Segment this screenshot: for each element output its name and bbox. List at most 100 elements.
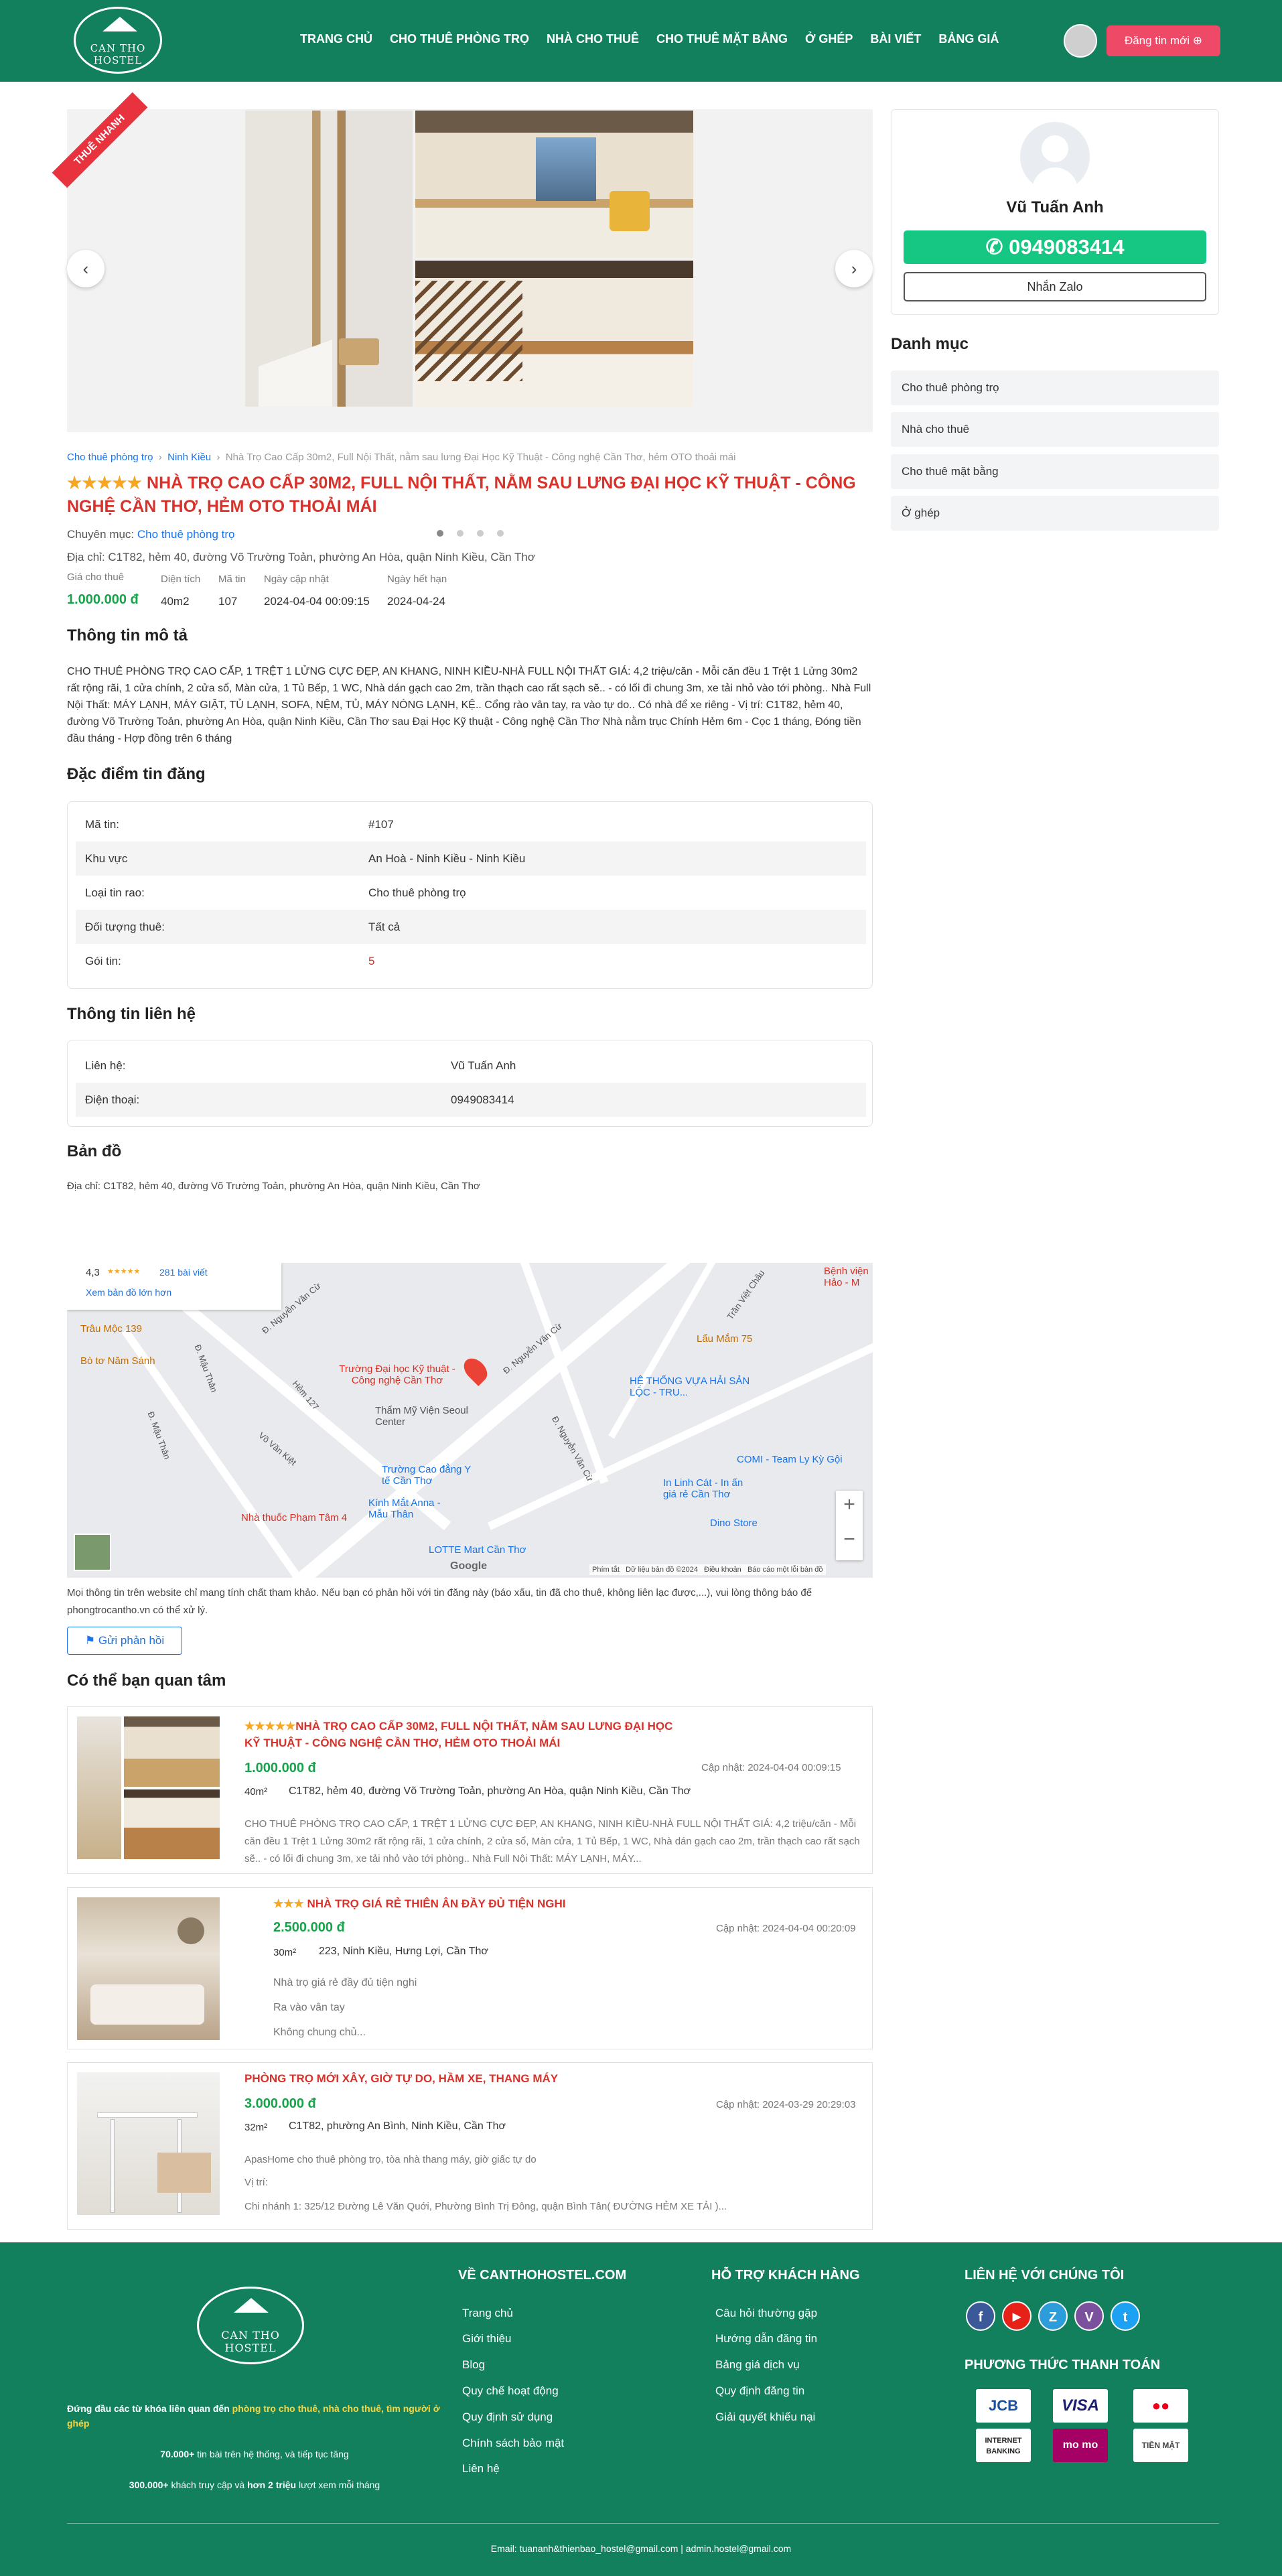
footer-link[interactable]: Quy chế hoạt động <box>462 2384 559 2398</box>
gallery-dot[interactable] <box>476 530 484 537</box>
footer-link[interactable]: Bảng giá dịch vụ <box>715 2358 800 2372</box>
gallery-photo-stairs[interactable] <box>245 111 413 407</box>
footer-link[interactable]: Giới thiệu <box>462 2332 512 2346</box>
map-place[interactable]: Dino Store <box>710 1517 758 1529</box>
gallery-photo-loft[interactable] <box>415 111 693 258</box>
facebook-icon[interactable]: f <box>966 2301 995 2331</box>
map-place[interactable]: Trâu Mộc 139 <box>80 1323 142 1335</box>
category-item[interactable]: Cho thuê mặt bằng <box>891 454 1219 489</box>
youtube-icon[interactable]: ▶ <box>1002 2301 1031 2331</box>
gallery-dot[interactable] <box>436 530 443 537</box>
map-place[interactable]: LOTTE Mart Cần Thơ <box>429 1544 526 1556</box>
feedback-label: Gửi phản hồi <box>98 1634 165 1647</box>
nav-item-pricing[interactable]: BẢNG GIÁ <box>938 32 999 46</box>
footer-link[interactable]: Trang chủ <box>462 2307 513 2320</box>
category-item[interactable]: Nhà cho thuê <box>891 412 1219 447</box>
list-item[interactable]: PHÒNG TRỌ MỚI XÂY, GIỜ TỰ DO, HẦM XE, TH… <box>67 2062 873 2230</box>
listing-title[interactable]: PHÒNG TRỌ MỚI XÂY, GIỜ TỰ DO, HẦM XE, TH… <box>244 2072 558 2086</box>
stat-value-price: 1.000.000 đ <box>67 592 139 607</box>
zoom-out-button[interactable]: − <box>836 1528 863 1551</box>
map-attr-link[interactable]: Điều khoản <box>704 1566 741 1574</box>
nav-item-houses[interactable]: NHÀ CHO THUÊ <box>547 32 639 46</box>
nav-item-home[interactable]: TRANG CHỦ <box>300 32 372 46</box>
listing-thumbnail[interactable] <box>77 1897 220 2040</box>
listing-title[interactable]: ★★★ NHÀ TRỌ GIÁ RẺ THIÊN ÂN ĐẦY ĐỦ TIỆN … <box>273 1897 565 1911</box>
phone-icon: ✆ <box>985 235 1009 259</box>
map-larger-link[interactable]: Xem bản đồ lớn hơn <box>86 1287 171 1298</box>
map-place[interactable]: Nhà thuốc Phạm Tâm 4 <box>241 1512 347 1523</box>
footer-logo[interactable]: CAN THO HOSTEL <box>197 2287 304 2364</box>
listing-description-line: Không chung chủ... <box>273 2027 366 2038</box>
nav-item-posts[interactable]: BÀI VIẾT <box>870 32 921 46</box>
nav-item-share[interactable]: Ở GHÉP <box>805 32 853 46</box>
table-row: Liên hệ: Vũ Tuấn Anh <box>76 1048 866 1083</box>
map-attr-link[interactable]: Báo cáo một lỗi bản đồ <box>747 1566 823 1574</box>
listing-thumbnail[interactable] <box>77 2072 220 2215</box>
footer-link[interactable]: Hướng dẫn đăng tin <box>715 2332 817 2346</box>
map-place[interactable]: HỆ THỐNG VỰA HẢI SẢN LỘC - TRU... <box>630 1375 750 1398</box>
site-logo[interactable]: CAN THO HOSTEL <box>74 7 162 74</box>
category-item[interactable]: Cho thuê phòng trọ <box>891 370 1219 405</box>
row-key: Gói tin: <box>85 955 121 967</box>
list-item[interactable]: ★★★★★NHÀ TRỌ CAO CẤP 30M2, FULL NỘI THẤT… <box>67 1706 873 1874</box>
chevron-right-icon: › <box>214 452 226 463</box>
zalo-button[interactable]: Nhắn Zalo <box>904 272 1206 301</box>
row-key: Khu vực <box>85 852 128 865</box>
mastercard-icon: ●● <box>1133 2389 1188 2423</box>
nav-item-rooms[interactable]: CHO THUÊ PHÒNG TRỌ <box>390 32 529 46</box>
embedded-map[interactable]: 4,3 ★★★★★ 281 bài viết Xem bản đồ lớn hơ… <box>67 1263 873 1578</box>
list-item[interactable]: ★★★ NHÀ TRỌ GIÁ RẺ THIÊN ÂN ĐẦY ĐỦ TIỆN … <box>67 1887 873 2049</box>
breadcrumb-item[interactable]: Ninh Kiều <box>167 452 211 463</box>
table-row: Điện thoại: 0949083414 <box>76 1083 866 1117</box>
map-satellite-toggle[interactable] <box>74 1534 111 1571</box>
gallery-dot[interactable] <box>456 530 464 537</box>
map-place[interactable]: Trường Cao đẳng Y tế Cần Thơ <box>382 1464 476 1487</box>
nav-item-premises[interactable]: CHO THUÊ MẶT BẰNG <box>656 32 788 46</box>
map-place[interactable]: In Linh Cát - In ấn giá rẻ Cần Thơ <box>663 1477 757 1500</box>
owner-card: Vũ Tuấn Anh ✆ 0949083414 Nhắn Zalo <box>891 109 1219 315</box>
zalo-icon[interactable]: Z <box>1038 2301 1068 2331</box>
map-place[interactable]: Lẩu Mắm 75 <box>697 1333 752 1345</box>
category-link[interactable]: Cho thuê phòng trọ <box>137 528 235 541</box>
gallery-dot[interactable] <box>496 530 504 537</box>
listing-thumbnail[interactable] <box>77 1716 220 1859</box>
viber-icon[interactable]: V <box>1074 2301 1104 2331</box>
map-attr-text: Dữ liệu bản đồ ©2024 <box>626 1566 698 1574</box>
twitter-icon[interactable]: t <box>1111 2301 1140 2331</box>
post-new-button[interactable]: Đăng tin mới ⊕ <box>1107 25 1220 56</box>
footer-link[interactable]: Giải quyết khiếu nại <box>715 2411 815 2424</box>
map-pin-icon[interactable] <box>459 1353 492 1387</box>
listing-area: 32m² <box>244 2122 268 2133</box>
footer-link[interactable]: Quy định đăng tin <box>715 2384 804 2398</box>
call-button[interactable]: ✆ 0949083414 <box>904 230 1206 264</box>
site-footer: CAN THO HOSTEL Đứng đầu các từ khóa liên… <box>0 2242 1282 2576</box>
map-place[interactable]: Thẩm Mỹ Viện Seoul Center <box>375 1405 469 1428</box>
map-place[interactable]: Bệnh viện Hảo - M <box>824 1266 873 1288</box>
gallery-next-button[interactable]: › <box>835 250 873 287</box>
user-avatar[interactable] <box>1064 24 1097 58</box>
footer-link[interactable]: Liên hệ <box>462 2462 500 2476</box>
footer-link[interactable]: Blog <box>462 2358 485 2372</box>
gallery-prev-button[interactable]: ‹ <box>67 250 104 287</box>
map-address: Địa chỉ: C1T82, hẻm 40, đường Võ Trường … <box>67 1180 480 1192</box>
category-item[interactable]: Ở ghép <box>891 496 1219 531</box>
stat-label-price: Giá cho thuê <box>67 571 125 583</box>
footer-link[interactable]: Quy định sử dụng <box>462 2411 553 2424</box>
map-attribution: Phím tắt Dữ liệu bản đồ ©2024 Điều khoản… <box>589 1564 826 1575</box>
map-attr-link[interactable]: Phím tắt <box>592 1566 620 1574</box>
footer-link[interactable]: Chính sách bảo mật <box>462 2437 564 2450</box>
stat-value-updated: 2024-04-04 00:09:15 <box>264 595 370 608</box>
contact-title: Thông tin liên hệ <box>67 1005 196 1023</box>
map-place[interactable]: Kính Mắt Anna - Mẫu Thân <box>368 1497 462 1520</box>
breadcrumb-item[interactable]: Cho thuê phòng trọ <box>67 452 153 463</box>
footer-email: Email: tuananh&thienbao_hostel@gmail.com… <box>490 2543 792 2554</box>
feedback-button[interactable]: ⚑ Gửi phản hồi <box>67 1627 182 1655</box>
map-place[interactable]: COMI - Team Ly Kỳ Gội <box>737 1454 843 1465</box>
gallery-photo-kitchen[interactable] <box>415 261 693 407</box>
zoom-in-button[interactable]: + <box>836 1493 863 1516</box>
listing-title[interactable]: ★★★★★NHÀ TRỌ CAO CẤP 30M2, FULL NỘI THẤT… <box>244 1718 673 1751</box>
map-place[interactable]: Bò tơ Năm Sánh <box>80 1355 155 1367</box>
listing-description-line: Nhà trọ giá rẻ đầy đủ tiện nghi <box>273 1977 417 1988</box>
footer-link[interactable]: Câu hỏi thường gặp <box>715 2307 817 2320</box>
map-reviews-link[interactable]: 281 bài viết <box>159 1267 208 1278</box>
